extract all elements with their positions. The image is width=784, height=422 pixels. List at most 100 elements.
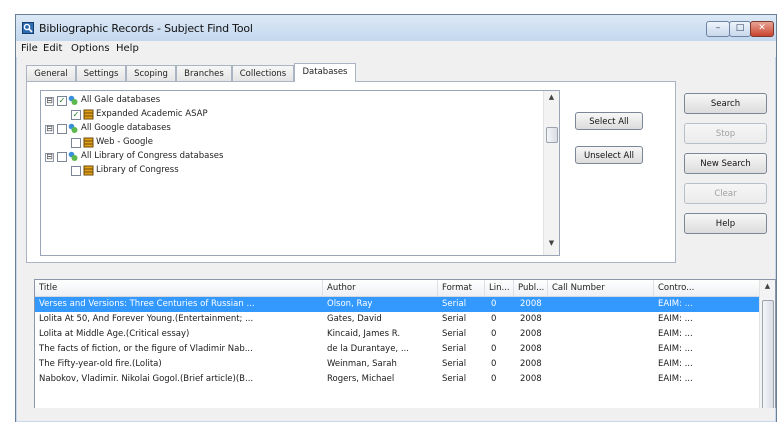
cell-author: Olson, Ray <box>327 299 373 309</box>
database-group-icon <box>68 151 78 161</box>
button-label: New Search <box>700 159 751 169</box>
cell-author: Rogers, Michael <box>327 374 395 384</box>
button-label: Clear <box>714 189 737 199</box>
cell-format: Serial <box>442 374 467 384</box>
collapse-icon[interactable]: ⊟ <box>45 97 54 106</box>
results-header: Title Author Format Lin... Publ... Call … <box>35 280 759 297</box>
results-scrollbar[interactable]: ▲ <box>759 280 775 408</box>
title-bar[interactable]: Bibliographic Records - Subject Find Too… <box>16 15 776 41</box>
column-divider[interactable] <box>547 280 548 296</box>
cell-format: Serial <box>442 344 467 354</box>
database-tree[interactable]: ⊟ ✓ All Gale databases ✓ Expanded Academ… <box>40 90 560 256</box>
table-row[interactable]: Nabokov, Vladimir. Nikolai Gogol.(Brief … <box>35 372 759 387</box>
checkbox[interactable]: ✓ <box>71 110 81 120</box>
scroll-thumb[interactable] <box>546 127 558 143</box>
maximize-button[interactable]: □ <box>729 21 751 37</box>
select-all-button[interactable]: Select All <box>575 112 643 130</box>
table-row[interactable]: Lolita at Middle Age.(Critical essay) Ki… <box>35 327 759 342</box>
tab-branches[interactable]: Branches <box>176 65 232 81</box>
button-label: Help <box>715 219 736 229</box>
tab-settings[interactable]: Settings <box>76 65 126 81</box>
close-button[interactable]: ✕ <box>750 21 774 37</box>
database-icon <box>83 165 94 176</box>
tab-databases[interactable]: Databases <box>294 63 356 82</box>
column-header-links[interactable]: Lin... <box>489 283 511 293</box>
tree-item-label: Library of Congress <box>96 165 179 175</box>
minimize-icon: – <box>715 23 721 33</box>
checkbox[interactable] <box>71 166 81 176</box>
databases-panel: ⊟ ✓ All Gale databases ✓ Expanded Academ… <box>26 81 676 263</box>
table-row[interactable]: Verses and Versions: Three Centuries of … <box>35 297 759 312</box>
tree-item-label: Web - Google <box>96 137 153 147</box>
tree-scrollbar[interactable]: ▲ ▼ <box>543 91 559 255</box>
cell-author: Gates, David <box>327 314 382 324</box>
column-divider[interactable] <box>513 280 514 296</box>
cell-control: EAIM: ... <box>658 329 693 339</box>
tab-scoping[interactable]: Scoping <box>126 65 176 81</box>
cell-title: The Fifty-year-old fire.(Lolita) <box>39 359 162 369</box>
column-header-call-number[interactable]: Call Number <box>552 283 648 293</box>
app-icon <box>22 22 34 34</box>
stop-button[interactable]: Stop <box>684 123 767 144</box>
table-row[interactable]: Lolita At 50, And Forever Young.(Enterta… <box>35 312 759 327</box>
cell-published: 2008 <box>520 329 542 339</box>
cell-published: 2008 <box>520 344 542 354</box>
collapse-icon[interactable]: ⊟ <box>45 125 54 134</box>
menu-file[interactable]: File <box>21 43 38 54</box>
cell-format: Serial <box>442 314 467 324</box>
menu-edit[interactable]: Edit <box>43 43 62 54</box>
column-header-format[interactable]: Format <box>442 283 480 293</box>
database-group-icon <box>68 123 78 133</box>
scroll-up-icon[interactable]: ▲ <box>544 93 559 107</box>
cell-published: 2008 <box>520 374 542 384</box>
cell-title: The facts of fiction, or the figure of V… <box>39 344 253 354</box>
results-list[interactable]: Title Author Format Lin... Publ... Call … <box>34 279 776 408</box>
cell-published: 2008 <box>520 299 542 309</box>
cell-published: 2008 <box>520 359 542 369</box>
scroll-down-icon[interactable]: ▼ <box>544 239 559 253</box>
scroll-up-icon[interactable]: ▲ <box>760 282 775 296</box>
tree-item-label: All Google databases <box>81 123 171 133</box>
cell-author: Weinman, Sarah <box>327 359 397 369</box>
table-row[interactable]: The facts of fiction, or the figure of V… <box>35 342 759 357</box>
cell-links: 0 <box>491 299 497 309</box>
tab-collections[interactable]: Collections <box>232 65 294 81</box>
column-header-published[interactable]: Publ... <box>518 283 544 293</box>
collapse-icon[interactable]: ⊟ <box>45 153 54 162</box>
new-search-button[interactable]: New Search <box>684 153 767 174</box>
cell-published: 2008 <box>520 314 542 324</box>
cell-format: Serial <box>442 329 467 339</box>
help-button[interactable]: Help <box>684 213 767 234</box>
menu-help[interactable]: Help <box>116 43 139 54</box>
tab-general[interactable]: General <box>26 65 76 81</box>
column-divider[interactable] <box>484 280 485 296</box>
checkbox[interactable]: ✓ <box>57 96 67 106</box>
menu-options[interactable]: Options <box>71 43 110 54</box>
checkbox[interactable] <box>57 124 67 134</box>
checkbox[interactable] <box>57 152 67 162</box>
column-header-author[interactable]: Author <box>327 283 433 293</box>
cell-links: 0 <box>491 314 497 324</box>
button-label: Stop <box>715 129 736 139</box>
maximize-icon: □ <box>735 23 745 33</box>
table-row[interactable]: The Fifty-year-old fire.(Lolita) Weinman… <box>35 357 759 372</box>
checkbox[interactable] <box>71 138 81 148</box>
tree-item-label: All Gale databases <box>81 95 161 105</box>
search-button[interactable]: Search <box>684 93 767 114</box>
window-title: Bibliographic Records - Subject Find Too… <box>39 22 253 35</box>
unselect-all-button[interactable]: Unselect All <box>575 146 643 164</box>
button-label: Search <box>710 99 741 109</box>
minimize-button[interactable]: – <box>706 21 730 37</box>
cell-control: EAIM: ... <box>658 374 693 384</box>
column-divider[interactable] <box>322 280 323 296</box>
column-divider[interactable] <box>653 280 654 296</box>
column-divider[interactable] <box>437 280 438 296</box>
column-header-title[interactable]: Title <box>39 283 319 293</box>
button-label: Select All <box>589 117 629 127</box>
clear-button[interactable]: Clear <box>684 183 767 204</box>
scroll-thumb[interactable] <box>762 300 774 408</box>
database-icon <box>83 109 94 120</box>
database-group-icon <box>68 95 78 105</box>
cell-author: Kincaid, James R. <box>327 329 401 339</box>
column-header-control[interactable]: Contro... <box>658 283 710 293</box>
